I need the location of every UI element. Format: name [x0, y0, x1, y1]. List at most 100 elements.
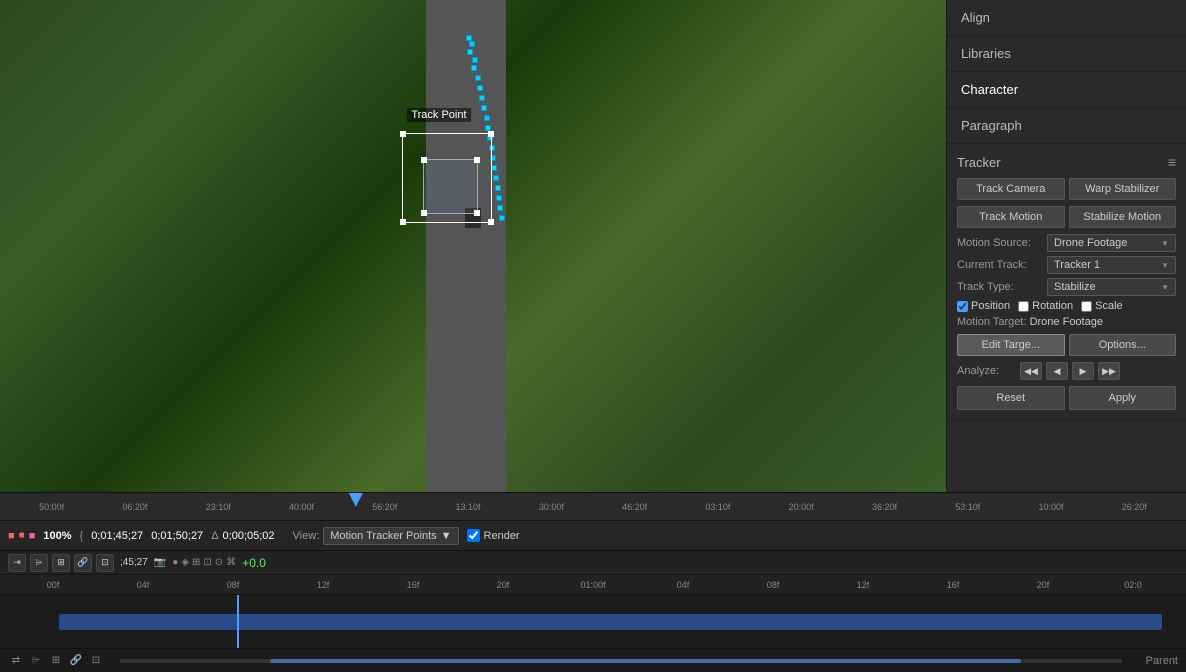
track-header-bar: 00f 04f 08f 12f 16f 20f 01:00f 04f 08f 1…: [0, 575, 1186, 595]
motion-target-value: Drone Footage: [1030, 316, 1103, 328]
position-check-input[interactable]: [957, 301, 968, 312]
rotation-check-input[interactable]: [1018, 301, 1029, 312]
timeline-tracks: 00f 04f 08f 12f 16f 20f 01:00f 04f 08f 1…: [0, 575, 1186, 648]
rotation-checkbox[interactable]: Rotation: [1018, 300, 1073, 312]
current-track-dropdown[interactable]: Tracker 1 ▼: [1047, 256, 1176, 274]
motion-source-arrow: ▼: [1161, 239, 1169, 248]
reset-apply-row: Reset Apply: [957, 386, 1176, 410]
corner-tr[interactable]: [488, 131, 494, 137]
panel-item-character[interactable]: Character: [947, 72, 1186, 108]
bottom-icon-4[interactable]: 🔗: [68, 653, 84, 669]
bottom-icons: ⇄ ⌲ ⊞ 🔗 ⊡: [8, 653, 104, 669]
analyze-rewind-button[interactable]: ◀◀: [1020, 362, 1042, 380]
track-mark-11: 20f: [998, 580, 1088, 590]
mini-btn-5[interactable]: ⊡: [96, 554, 114, 572]
mini-btn-3[interactable]: ⊞: [52, 554, 70, 572]
timeline-ruler[interactable]: 50:00f 06:20f 23:10f 40:00f 56:20f 13:10…: [0, 493, 1186, 521]
bottom-icon-2[interactable]: ⌲: [28, 653, 44, 669]
stabilize-motion-button[interactable]: Stabilize Motion: [1069, 206, 1177, 228]
scale-label: Scale: [1095, 300, 1123, 312]
track-bar[interactable]: [59, 614, 1162, 630]
track-point-label: Track Point: [407, 108, 470, 122]
panel-item-libraries[interactable]: Libraries: [947, 36, 1186, 72]
view-label: View:: [293, 530, 320, 542]
bottom-icon-5[interactable]: ⊡: [88, 653, 104, 669]
camera-icon: 📷: [154, 557, 166, 568]
mini-btn-2[interactable]: ⌲: [30, 554, 48, 572]
render-checkbox[interactable]: Render: [467, 529, 520, 542]
end-time-display: 0;01;50;27: [151, 530, 203, 542]
bottom-icon-1[interactable]: ⇄: [8, 653, 24, 669]
analyze-row: Analyze: ◀◀ ◀ ▶ ▶▶: [957, 362, 1176, 380]
track-camera-button[interactable]: Track Camera: [957, 178, 1065, 200]
motion-source-value: Drone Footage: [1054, 237, 1127, 249]
analyze-play-button[interactable]: ▶: [1072, 362, 1094, 380]
motion-source-label: Motion Source:: [957, 237, 1047, 249]
right-panel: Align Libraries Character Paragraph Trac…: [946, 0, 1186, 492]
view-dropdown[interactable]: Motion Tracker Points ▼: [323, 527, 458, 545]
scale-checkbox[interactable]: Scale: [1081, 300, 1123, 312]
edit-target-button[interactable]: Edit Targe...: [957, 334, 1065, 356]
tracker-header: Tracker ≡: [957, 154, 1176, 170]
video-panel: Track Point: [0, 0, 946, 492]
tracker-menu-icon[interactable]: ≡: [1168, 154, 1176, 170]
motion-target-label: Motion Target:: [957, 316, 1027, 328]
motion-source-field: Motion Source: Drone Footage ▼: [957, 234, 1176, 252]
inner-corner-tr[interactable]: [474, 157, 480, 163]
track-type-field: Track Type: Stabilize ▼: [957, 278, 1176, 296]
rotation-label: Rotation: [1032, 300, 1073, 312]
icon-1: ●: [172, 557, 178, 568]
motion-target-row: Motion Target: Drone Footage: [957, 316, 1176, 328]
warp-stabilizer-button[interactable]: Warp Stabilizer: [1069, 178, 1177, 200]
bottom-icon-3[interactable]: ⊞: [48, 653, 64, 669]
track-mark-2: 08f: [188, 580, 278, 590]
position-checkbox[interactable]: Position: [957, 300, 1010, 312]
tracker-title: Tracker: [957, 155, 1001, 170]
corner-tl[interactable]: [400, 131, 406, 137]
zoom-indicator: [270, 659, 1021, 663]
track-mark-7: 04f: [638, 580, 728, 590]
track-mark-1: 04f: [98, 580, 188, 590]
track-motion-button[interactable]: Track Motion: [957, 206, 1065, 228]
analyze-forward-button[interactable]: ▶▶: [1098, 362, 1120, 380]
track-type-label: Track Type:: [957, 281, 1047, 293]
track-box-inner: [423, 159, 478, 214]
icon-5: ⊙: [215, 557, 223, 568]
inner-corner-br[interactable]: [474, 210, 480, 216]
view-value: Motion Tracker Points: [330, 530, 436, 542]
ruler-mark-1: 06:20f: [93, 502, 176, 512]
apply-button[interactable]: Apply: [1069, 386, 1177, 410]
mini-btn-1[interactable]: ⇥: [8, 554, 26, 572]
track-type-dropdown[interactable]: Stabilize ▼: [1047, 278, 1176, 296]
inner-corner-tl[interactable]: [421, 157, 427, 163]
color-square-pink: ■: [29, 530, 36, 542]
render-label: Render: [484, 530, 520, 542]
track-mark-6: 01:00f: [548, 580, 638, 590]
track-playhead[interactable]: [237, 595, 239, 648]
panel-item-paragraph[interactable]: Paragraph: [947, 108, 1186, 144]
analyze-prev-button[interactable]: ◀: [1046, 362, 1068, 380]
options-button[interactable]: Options...: [1069, 334, 1177, 356]
scale-check-input[interactable]: [1081, 301, 1092, 312]
ruler-mark-11: 53:10f: [926, 502, 1009, 512]
mini-btn-4[interactable]: 🔗: [74, 554, 92, 572]
track-type-value: Stabilize: [1054, 281, 1096, 293]
zoom-display: 100%: [43, 530, 71, 542]
reset-button[interactable]: Reset: [957, 386, 1065, 410]
panel-item-align[interactable]: Align: [947, 0, 1186, 36]
end-time-value: 0;01;50;27: [151, 530, 203, 542]
render-check-input[interactable]: [467, 529, 480, 542]
ruler-mark-10: 36:20f: [843, 502, 926, 512]
corner-br[interactable]: [488, 219, 494, 225]
zoom-bar[interactable]: [120, 659, 1122, 663]
track-content: [0, 595, 1186, 648]
delta-label: Δ: [211, 530, 218, 542]
inner-corner-bl[interactable]: [421, 210, 427, 216]
corner-bl[interactable]: [400, 219, 406, 225]
track-ruler: 00f 04f 08f 12f 16f 20f 01:00f 04f 08f 1…: [8, 580, 1178, 590]
ruler-mark-9: 20:00f: [760, 502, 843, 512]
ruler-mark-7: 46:20f: [593, 502, 676, 512]
motion-source-dropdown[interactable]: Drone Footage ▼: [1047, 234, 1176, 252]
bottom-bar: ⇄ ⌲ ⊞ 🔗 ⊡ Parent: [0, 648, 1186, 672]
current-track-field: Current Track: Tracker 1 ▼: [957, 256, 1176, 274]
